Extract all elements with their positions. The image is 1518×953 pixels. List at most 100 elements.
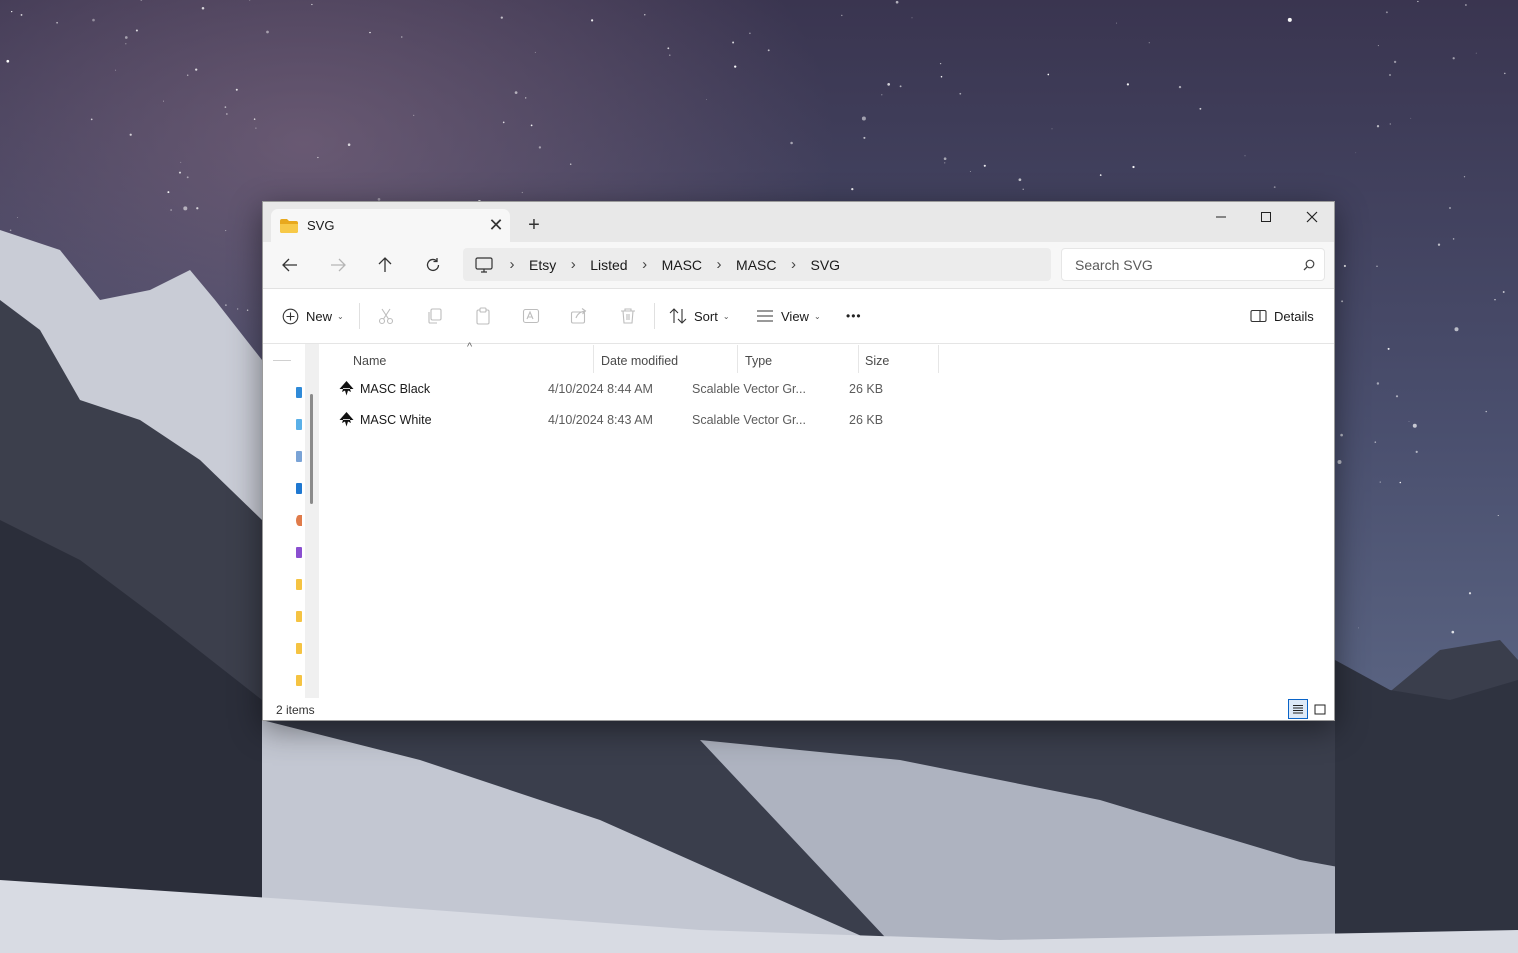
- gallery-icon[interactable]: [296, 419, 302, 430]
- close-window-button[interactable]: [1289, 202, 1334, 232]
- breadcrumb-listed[interactable]: Listed: [586, 257, 631, 273]
- details-button[interactable]: Details: [1250, 301, 1314, 331]
- folder-icon[interactable]: [296, 611, 302, 622]
- see-more-button[interactable]: •••: [846, 301, 862, 331]
- command-bar: New ⌄ Sort ⌄ View ⌄ ••• Details: [263, 289, 1334, 344]
- column-divider[interactable]: [938, 345, 939, 373]
- star: [1343, 264, 1346, 268]
- star: [1178, 85, 1182, 89]
- tab-svg[interactable]: SVG ✕: [271, 209, 510, 242]
- star: [1465, 4, 1467, 6]
- column-divider[interactable]: [593, 345, 594, 373]
- back-button[interactable]: [275, 251, 305, 279]
- view-button[interactable]: View ⌄: [756, 301, 821, 331]
- paste-button[interactable]: [474, 301, 492, 331]
- address-bar[interactable]: › Etsy › Listed › MASC › MASC › SVG: [463, 248, 1051, 281]
- folder-icon[interactable]: [296, 643, 302, 654]
- this-pc-icon[interactable]: [475, 256, 493, 273]
- star: [1099, 174, 1102, 176]
- up-button[interactable]: [370, 251, 400, 279]
- folder-icon[interactable]: [296, 675, 302, 686]
- star: [1355, 152, 1357, 154]
- star: [1452, 238, 1455, 240]
- column-divider[interactable]: [858, 345, 859, 373]
- star: [502, 121, 505, 124]
- sort-ascending-icon: ^: [467, 341, 473, 353]
- file-size: 26 KB: [849, 382, 884, 396]
- file-size: 26 KB: [849, 413, 884, 427]
- column-size-label: Size: [865, 354, 890, 368]
- star: [959, 92, 962, 95]
- search-input[interactable]: Search SVG: [1061, 248, 1325, 281]
- star: [1393, 60, 1397, 64]
- home-icon[interactable]: [296, 387, 302, 398]
- breadcrumb-svg[interactable]: SVG: [807, 257, 845, 273]
- star: [369, 31, 371, 34]
- thumbnail-view-button[interactable]: [1310, 699, 1330, 719]
- inkscape-file-icon: [339, 381, 354, 396]
- folder-icon[interactable]: [296, 579, 302, 590]
- details-view-button[interactable]: [1288, 699, 1308, 719]
- table-row[interactable]: MASC Black 4/10/2024 8:44 AM Scalable Ve…: [334, 374, 934, 405]
- star: [6, 59, 10, 63]
- star: [669, 54, 671, 56]
- star: [1376, 382, 1380, 385]
- close-icon: [1306, 211, 1318, 223]
- star: [1408, 421, 1410, 423]
- breadcrumb-etsy[interactable]: Etsy: [525, 257, 560, 273]
- rename-button[interactable]: [522, 301, 540, 331]
- star: [521, 191, 523, 194]
- star: [514, 91, 518, 94]
- star: [1410, 117, 1412, 119]
- tab-close-icon[interactable]: ✕: [482, 215, 510, 236]
- share-button[interactable]: [570, 301, 588, 331]
- breadcrumb-masc[interactable]: MASC: [658, 257, 706, 273]
- sort-button[interactable]: Sort ⌄: [669, 301, 730, 331]
- star: [183, 206, 188, 211]
- star: [162, 100, 165, 102]
- nav-scrollbar-thumb[interactable]: [310, 394, 313, 504]
- clipboard-icon: [476, 307, 490, 325]
- star: [115, 69, 117, 71]
- star: [943, 157, 947, 161]
- star: [1377, 45, 1379, 47]
- star: [317, 156, 319, 159]
- table-row[interactable]: MASC White 4/10/2024 8:43 AM Scalable Ve…: [334, 405, 934, 436]
- star: [1341, 300, 1344, 303]
- search-icon[interactable]: [1294, 259, 1324, 271]
- star: [983, 164, 986, 167]
- star: [1287, 17, 1292, 22]
- star: [881, 94, 883, 96]
- column-header-type[interactable]: Type: [745, 349, 772, 373]
- refresh-button[interactable]: [418, 251, 448, 279]
- desktop-icon[interactable]: [296, 451, 302, 462]
- forward-button[interactable]: [323, 251, 353, 279]
- star: [235, 88, 238, 91]
- delete-button[interactable]: [619, 301, 637, 331]
- breadcrumb-masc-2[interactable]: MASC: [732, 257, 780, 273]
- file-type: Scalable Vector Gr...: [692, 382, 806, 396]
- new-tab-button[interactable]: +: [521, 213, 547, 237]
- new-button[interactable]: New ⌄: [282, 301, 344, 331]
- cut-button[interactable]: [377, 301, 395, 331]
- videos-icon[interactable]: [296, 547, 302, 558]
- star: [225, 304, 227, 306]
- maximize-button[interactable]: [1243, 202, 1289, 232]
- column-header-size[interactable]: Size: [865, 349, 889, 373]
- column-header-name[interactable]: Name: [353, 349, 386, 373]
- navigation-bar: › Etsy › Listed › MASC › MASC › SVG Sear…: [263, 242, 1334, 289]
- inkscape-file-icon: [339, 412, 354, 427]
- nav-scrollbar[interactable]: [305, 344, 319, 698]
- column-divider[interactable]: [737, 345, 738, 373]
- star: [538, 146, 542, 149]
- star: [125, 43, 127, 45]
- downloads-icon[interactable]: [296, 483, 302, 494]
- column-header-date[interactable]: Date modified: [601, 349, 678, 373]
- star: [1417, 0, 1419, 3]
- music-icon[interactable]: [296, 515, 302, 526]
- chevron-right-icon: ›: [716, 256, 722, 273]
- copy-button[interactable]: [426, 301, 444, 331]
- star: [1376, 125, 1380, 128]
- star: [1468, 592, 1472, 595]
- minimize-button[interactable]: [1198, 202, 1244, 232]
